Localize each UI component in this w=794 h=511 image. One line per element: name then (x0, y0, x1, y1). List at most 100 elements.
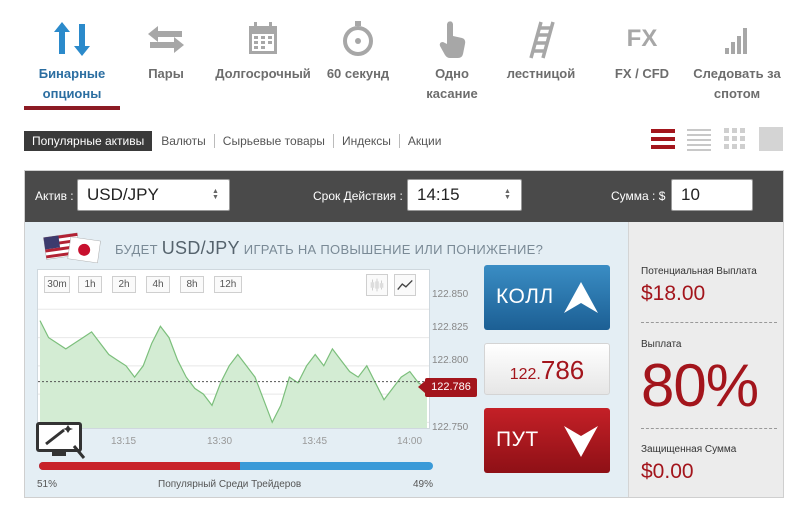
arrow-down-icon (564, 426, 598, 457)
tab-60-seconds[interactable]: 60 секунд (316, 0, 400, 84)
category-popular[interactable]: Популярные активы (24, 131, 153, 151)
price-area (40, 320, 427, 428)
timeframe-30m[interactable]: 30m (44, 276, 70, 293)
product-tabs: Бинарные опционы Пары Долгосрочный 60 се… (0, 0, 794, 120)
tab-ladder[interactable]: лестницой (500, 0, 582, 84)
divider (641, 322, 777, 323)
put-button[interactable]: ПУТ (484, 408, 610, 473)
compact-list-view-icon[interactable] (686, 126, 712, 152)
trade-settings-bar: Актив : USD/JPY ▲ ▼ Срок Действия : 14:15… (25, 171, 783, 222)
category-currencies[interactable]: Валюты (153, 134, 215, 148)
amount-label: Сумма : $ (611, 189, 666, 203)
price-line-plot (38, 308, 429, 428)
call-share-fill (39, 462, 240, 470)
expiry-select[interactable]: 14:15 ▲ ▼ (407, 179, 522, 211)
price-chart: 30m 1h 2h 4h 8h 12h (37, 269, 430, 429)
potential-payout: Потенциальная Выплата $18.00 (641, 266, 777, 306)
swap-arrows-icon (148, 26, 184, 53)
ladder-icon (529, 21, 555, 59)
amount-input[interactable]: 10 (671, 179, 753, 211)
category-commodities[interactable]: Сырьевые товары (215, 134, 334, 148)
active-tab-underline (24, 106, 120, 110)
magic-wand-icon[interactable] (34, 420, 86, 460)
sentiment-label: Популярный Среди Трейдеров (158, 479, 302, 490)
timeframe-4h[interactable]: 4h (146, 276, 170, 293)
protected-amount-value: $0.00 (641, 460, 694, 483)
payout-sidebar: Потенциальная Выплата $18.00 Выплата 80%… (628, 222, 783, 497)
y-tick: 122.850 (432, 289, 469, 300)
protected-amount: Защищенная Сумма $0.00 (641, 444, 777, 484)
potential-payout-label: Потенциальная Выплата (641, 266, 757, 277)
tab-label: лестницой (506, 66, 576, 81)
quote-display: 122.786 (484, 343, 610, 395)
call-share-percent: 51% (37, 479, 58, 490)
x-tick: 13:45 (302, 436, 328, 447)
payout-value: 80% (641, 352, 759, 419)
tab-pairs[interactable]: Пары (130, 0, 202, 84)
fx-icon: FX (626, 25, 658, 52)
arrow-up-icon (564, 282, 598, 313)
x-tick: 14:00 (397, 436, 423, 447)
stopwatch-icon (343, 21, 373, 56)
candlestick-chart-icon[interactable] (366, 274, 388, 296)
view-mode-switcher (650, 126, 784, 152)
asset-label: Актив : (35, 189, 74, 203)
select-arrows-icon: ▲ ▼ (504, 188, 511, 201)
timeframe-1h[interactable]: 1h (78, 276, 102, 293)
question-prefix: БУДЕТ (115, 242, 158, 257)
divider (641, 428, 777, 429)
list-view-icon[interactable] (650, 126, 676, 152)
tab-long-term[interactable]: Долгосрочный (212, 0, 314, 84)
expiry-label: Срок Действия : (313, 189, 403, 203)
y-tick: 122.825 (432, 322, 469, 333)
tab-label: Долгосрочный (215, 66, 311, 81)
payout: Выплата 80% (641, 339, 777, 422)
tab-follow-spot[interactable]: Следовать за спотом (690, 0, 784, 104)
x-tick: 13:15 (111, 436, 137, 447)
tab-label: Следовать за спотом (693, 66, 781, 101)
question-suffix: ИГРАТЬ НА ПОВЫШЕНИЕ ИЛИ ПОНИЖЕНИЕ? (243, 242, 544, 257)
put-share-percent: 49% (413, 479, 434, 490)
trade-body: БУДЕТ USD/JPY ИГРАТЬ НА ПОВЫШЕНИЕ ИЛИ ПО… (25, 222, 628, 497)
select-arrows-icon: ▲ ▼ (212, 188, 219, 201)
tab-label: Бинарные опционы (38, 66, 106, 101)
x-tick: 13:30 (207, 436, 233, 447)
protected-amount-label: Защищенная Сумма (641, 444, 737, 455)
put-button-label: ПУТ (496, 428, 539, 451)
bars-signal-icon (725, 28, 747, 54)
timeframe-2h[interactable]: 2h (112, 276, 136, 293)
quote-last-digits: 786 (540, 355, 585, 385)
tab-binary-options[interactable]: Бинарные опционы (24, 0, 120, 110)
line-chart-icon[interactable] (394, 274, 416, 296)
tile-view-icon[interactable] (758, 126, 784, 152)
current-price-tag: 122.786 (418, 378, 477, 397)
category-stocks[interactable]: Акции (400, 134, 450, 148)
y-tick: 122.800 (432, 355, 469, 366)
payout-label: Выплата (641, 339, 682, 350)
usd-jpy-flags-icon (43, 232, 101, 264)
call-button[interactable]: КОЛЛ (484, 265, 610, 330)
tab-label: FX / CFD (614, 66, 670, 81)
tab-label: Одно касание (426, 66, 478, 101)
category-indices[interactable]: Индексы (334, 134, 400, 148)
trading-panel: Актив : USD/JPY ▲ ▼ Срок Действия : 14:15… (24, 170, 784, 498)
tab-fx-cfd[interactable]: FX FX / CFD (600, 0, 684, 84)
touch-hand-icon (439, 21, 466, 58)
timeframe-8h[interactable]: 8h (180, 276, 204, 293)
grid-view-icon[interactable] (722, 126, 748, 152)
up-down-arrows-icon (54, 22, 90, 56)
question-pair: USD/JPY (161, 238, 240, 258)
asset-select[interactable]: USD/JPY ▲ ▼ (77, 179, 230, 211)
expiry-value: 14:15 (417, 185, 460, 204)
timeframe-12h[interactable]: 12h (214, 276, 242, 293)
asset-value: USD/JPY (87, 185, 159, 204)
potential-payout-value: $18.00 (641, 282, 706, 305)
tab-one-touch[interactable]: Одно касание (416, 0, 488, 104)
amount-value: 10 (681, 185, 700, 204)
calendar-icon (249, 22, 277, 54)
quote-main: 122. (509, 366, 541, 383)
trade-question: БУДЕТ USD/JPY ИГРАТЬ НА ПОВЫШЕНИЕ ИЛИ ПО… (115, 238, 543, 259)
asset-category-bar: Популярные активы Валюты Сырьевые товары… (24, 131, 449, 151)
y-tick: 122.750 (432, 422, 469, 433)
trader-sentiment-bar (39, 462, 433, 470)
